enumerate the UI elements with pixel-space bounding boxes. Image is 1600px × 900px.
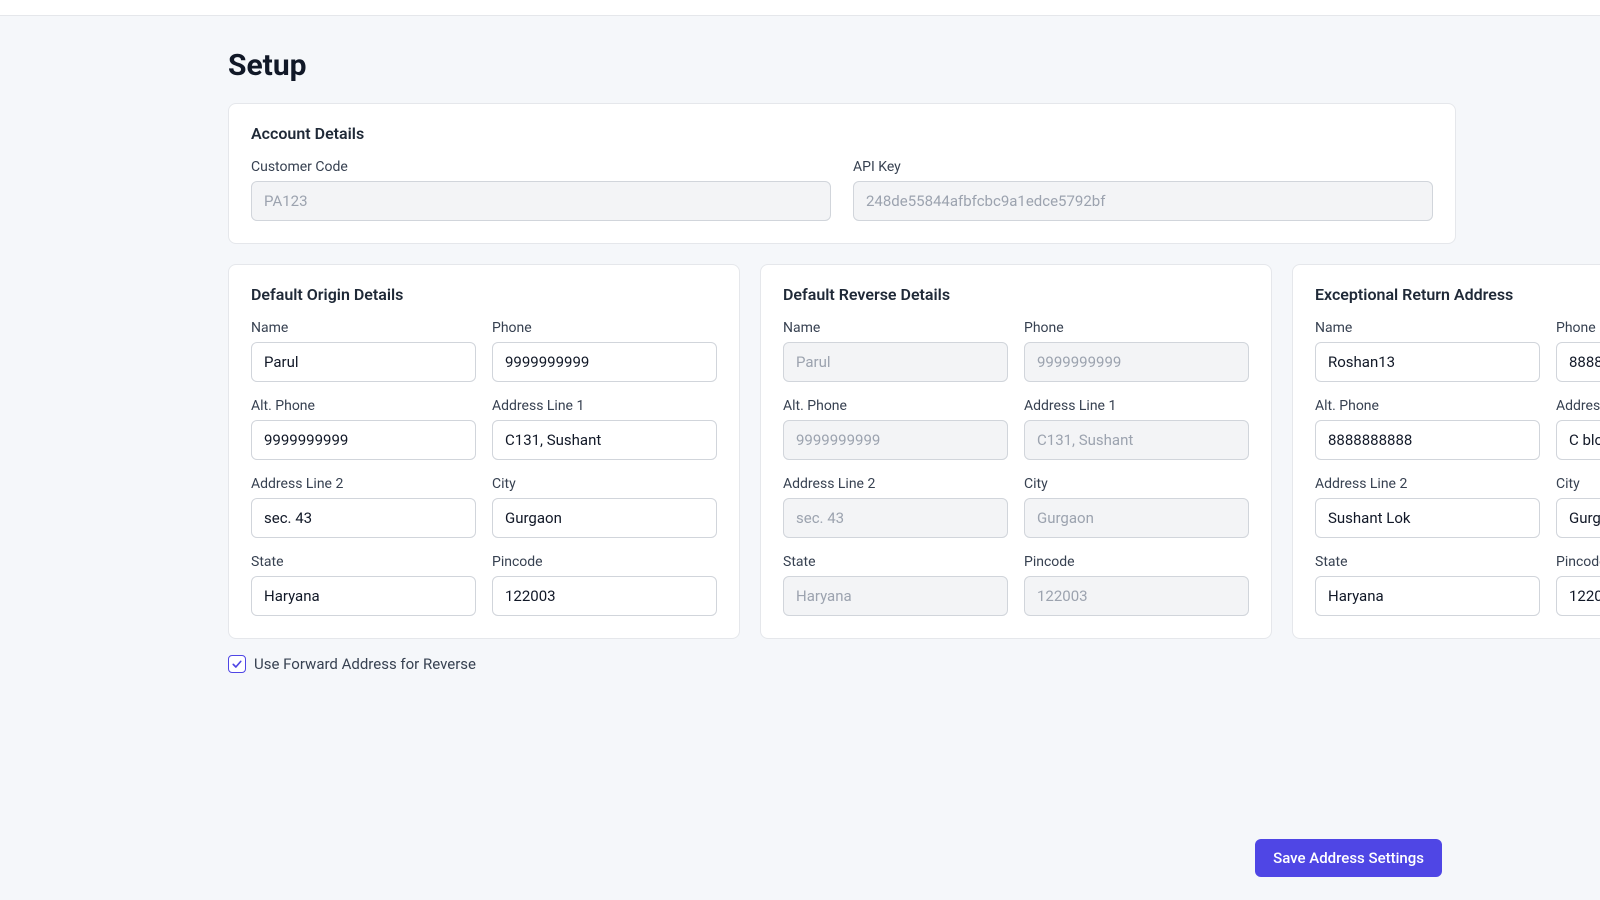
origin-altphone-label: Alt. Phone: [251, 398, 476, 414]
reverse-addr2-label: Address Line 2: [783, 476, 1008, 492]
reverse-altphone-label: Alt. Phone: [783, 398, 1008, 414]
customer-code-input: [251, 181, 831, 221]
origin-details-title: Default Origin Details: [251, 285, 717, 304]
page-content: Setup Account Details Customer Code API …: [228, 16, 1456, 673]
forward-address-checkbox-row: Use Forward Address for Reverse: [228, 655, 1456, 673]
origin-addr2-input[interactable]: [251, 498, 476, 538]
origin-addr2-label: Address Line 2: [251, 476, 476, 492]
exceptional-city-input[interactable]: [1556, 498, 1600, 538]
reverse-state-input: [783, 576, 1008, 616]
account-details-card: Account Details Customer Code API Key: [228, 103, 1456, 244]
reverse-addr1-label: Address Line 1: [1024, 398, 1249, 414]
reverse-details-title: Default Reverse Details: [783, 285, 1249, 304]
forward-address-checkbox[interactable]: [228, 655, 246, 673]
customer-code-label: Customer Code: [251, 159, 831, 175]
origin-altphone-input[interactable]: [251, 420, 476, 460]
reverse-name-label: Name: [783, 320, 1008, 336]
exceptional-return-title: Exceptional Return Address: [1315, 285, 1600, 304]
topbar: [0, 0, 1600, 16]
account-details-title: Account Details: [251, 124, 1433, 143]
origin-pincode-input[interactable]: [492, 576, 717, 616]
reverse-addr1-input: [1024, 420, 1249, 460]
check-icon: [231, 658, 243, 670]
reverse-pincode-input: [1024, 576, 1249, 616]
api-key-label: API Key: [853, 159, 1433, 175]
exceptional-phone-input[interactable]: [1556, 342, 1600, 382]
exceptional-return-card: Exceptional Return Address Name Phone Al…: [1292, 264, 1600, 639]
origin-details-card: Default Origin Details Name Phone Alt. P…: [228, 264, 740, 639]
origin-state-input[interactable]: [251, 576, 476, 616]
exceptional-addr2-input[interactable]: [1315, 498, 1540, 538]
origin-city-input[interactable]: [492, 498, 717, 538]
reverse-name-input: [783, 342, 1008, 382]
exceptional-pincode-label: Pincode: [1556, 554, 1600, 570]
api-key-input: [853, 181, 1433, 221]
page-title: Setup: [228, 48, 1456, 83]
origin-pincode-label: Pincode: [492, 554, 717, 570]
exceptional-pincode-input[interactable]: [1556, 576, 1600, 616]
footer-bar: Save Address Settings: [0, 816, 1600, 900]
exceptional-city-label: City: [1556, 476, 1600, 492]
reverse-city-label: City: [1024, 476, 1249, 492]
origin-phone-input[interactable]: [492, 342, 717, 382]
origin-name-label: Name: [251, 320, 476, 336]
exceptional-name-input[interactable]: [1315, 342, 1540, 382]
origin-phone-label: Phone: [492, 320, 717, 336]
address-cards-row: Default Origin Details Name Phone Alt. P…: [228, 264, 1456, 639]
reverse-city-input: [1024, 498, 1249, 538]
exceptional-addr1-input[interactable]: [1556, 420, 1600, 460]
exceptional-addr1-label: Address Line 1: [1556, 398, 1600, 414]
reverse-altphone-input: [783, 420, 1008, 460]
reverse-phone-input: [1024, 342, 1249, 382]
reverse-details-card: Default Reverse Details Name Phone Alt. …: [760, 264, 1272, 639]
exceptional-altphone-label: Alt. Phone: [1315, 398, 1540, 414]
forward-address-checkbox-label: Use Forward Address for Reverse: [254, 655, 476, 673]
exceptional-state-label: State: [1315, 554, 1540, 570]
origin-addr1-input[interactable]: [492, 420, 717, 460]
save-address-settings-button[interactable]: Save Address Settings: [1255, 839, 1442, 877]
origin-name-input[interactable]: [251, 342, 476, 382]
origin-addr1-label: Address Line 1: [492, 398, 717, 414]
exceptional-state-input[interactable]: [1315, 576, 1540, 616]
reverse-state-label: State: [783, 554, 1008, 570]
reverse-phone-label: Phone: [1024, 320, 1249, 336]
origin-state-label: State: [251, 554, 476, 570]
reverse-addr2-input: [783, 498, 1008, 538]
origin-city-label: City: [492, 476, 717, 492]
exceptional-name-label: Name: [1315, 320, 1540, 336]
exceptional-altphone-input[interactable]: [1315, 420, 1540, 460]
reverse-pincode-label: Pincode: [1024, 554, 1249, 570]
exceptional-addr2-label: Address Line 2: [1315, 476, 1540, 492]
exceptional-phone-label: Phone: [1556, 320, 1600, 336]
